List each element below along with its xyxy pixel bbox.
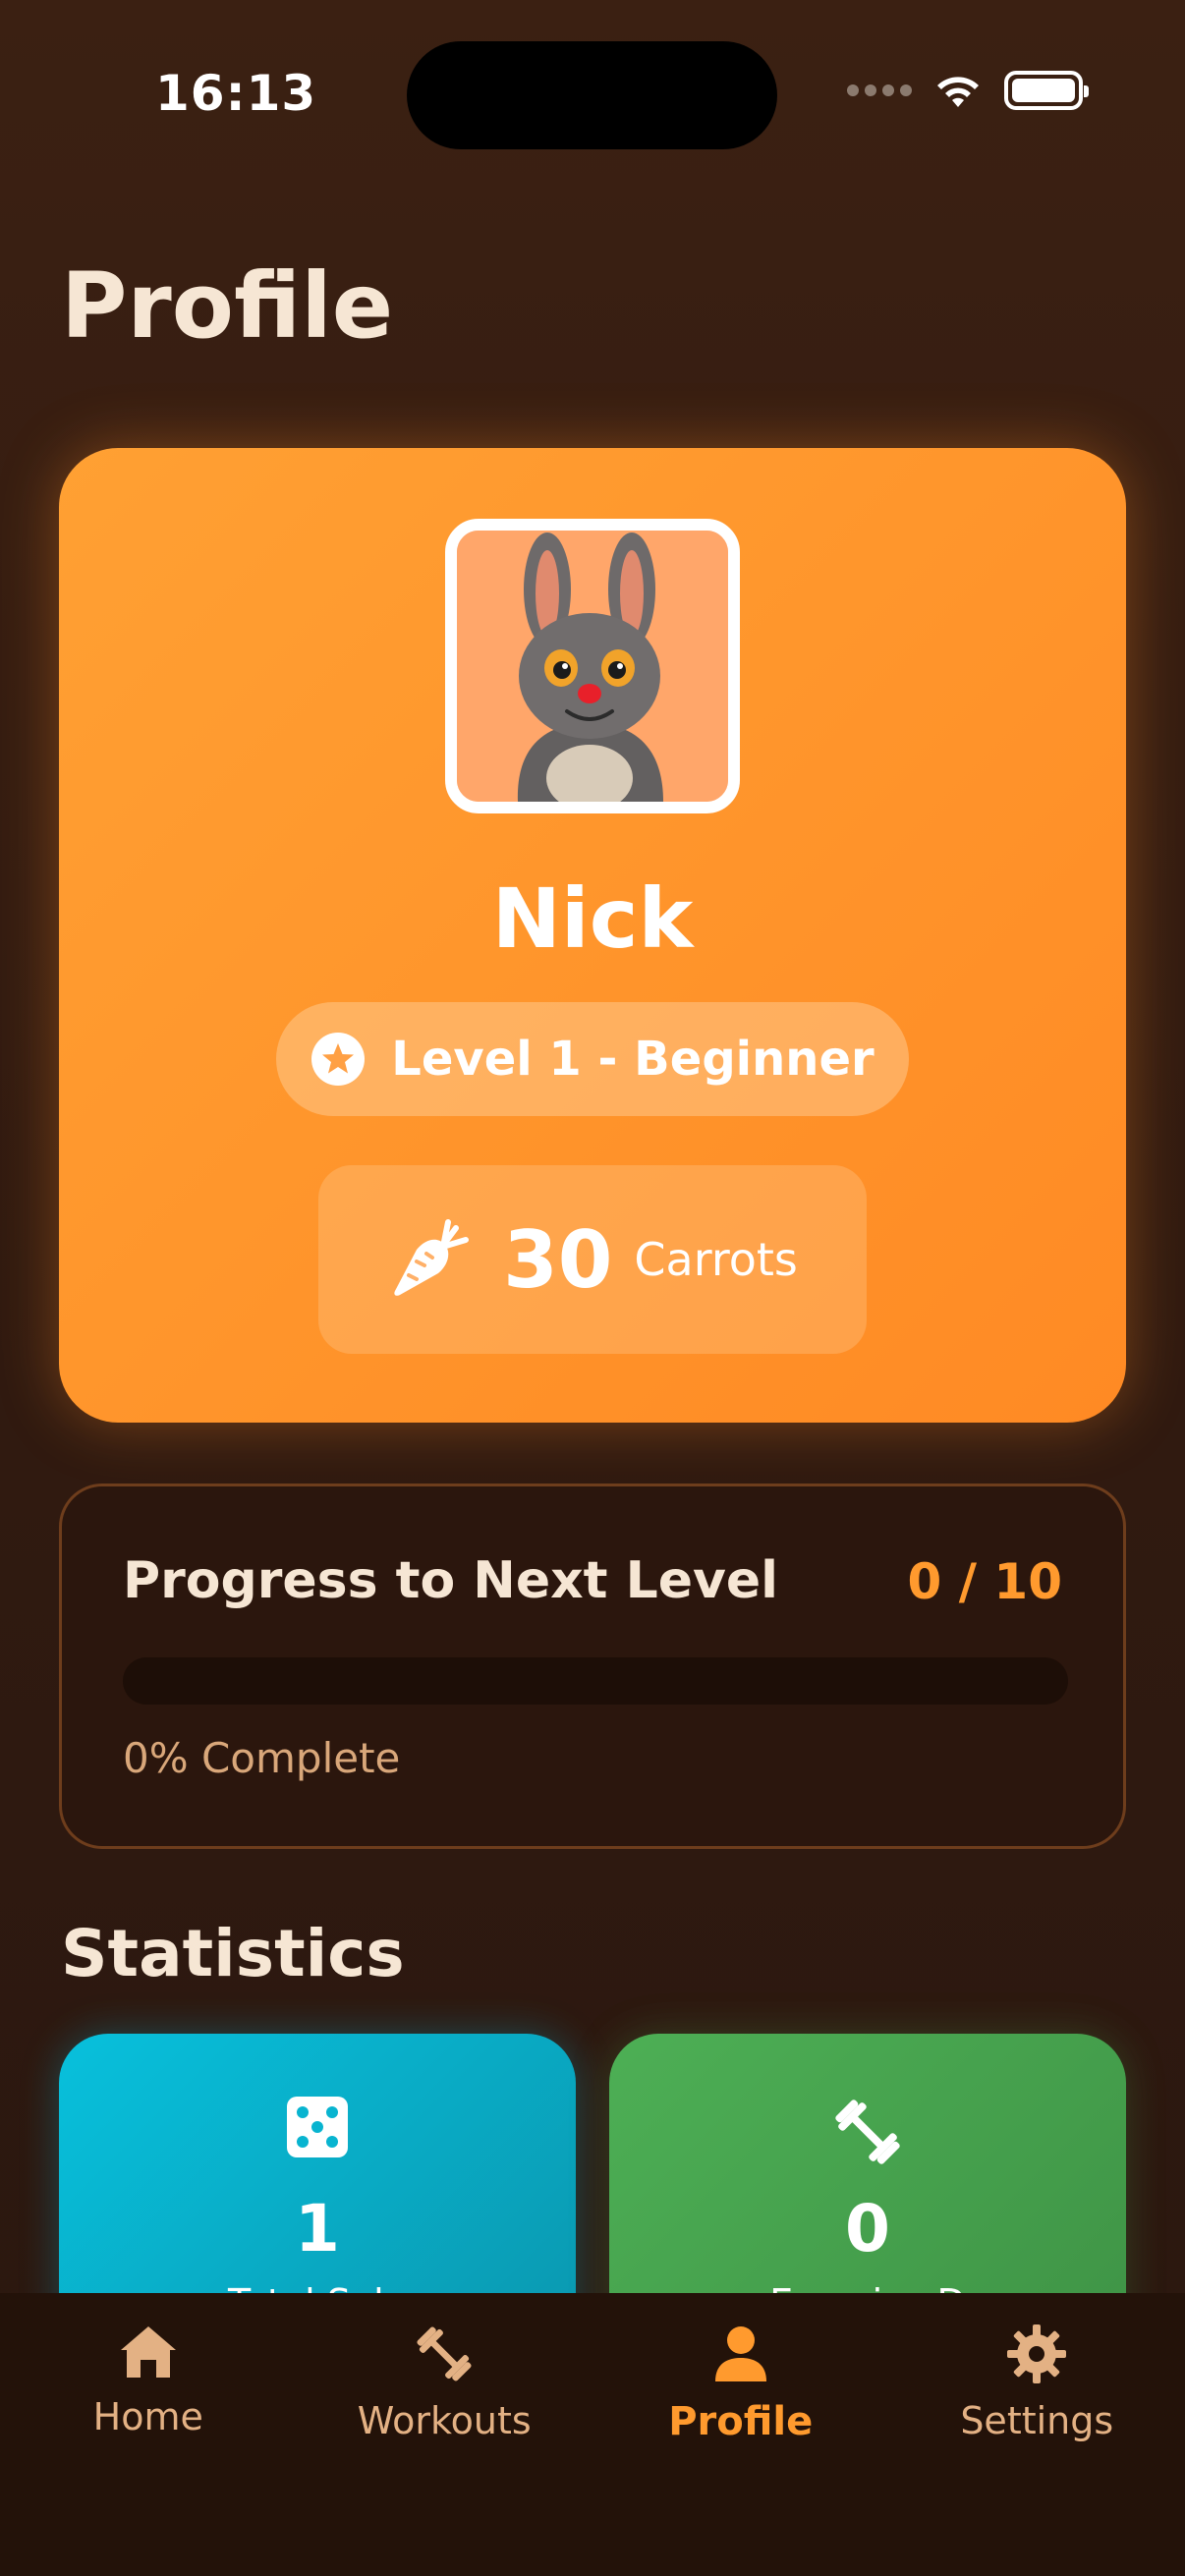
- gear-icon: [1007, 2324, 1067, 2383]
- progress-title: Progress to Next Level: [123, 1551, 778, 1610]
- tab-label: Settings: [960, 2399, 1114, 2442]
- stat-value: 0: [845, 2191, 890, 2267]
- avatar[interactable]: [445, 519, 740, 813]
- star-badge-icon: [311, 1033, 366, 1086]
- tab-label: Workouts: [357, 2399, 532, 2442]
- tab-settings[interactable]: Settings: [889, 2293, 1185, 2490]
- carrots-counter: 30 Carrots: [318, 1165, 867, 1354]
- person-icon: [714, 2326, 766, 2381]
- status-time: 16:13: [155, 65, 317, 122]
- tab-bar: Home Workouts Profile Settings: [0, 2293, 1185, 2576]
- status-icons: [847, 71, 1089, 110]
- level-progress-card: Progress to Next Level 0 / 10 0% Complet…: [59, 1484, 1126, 1849]
- progress-bar: [123, 1657, 1068, 1705]
- cellular-signal-icon: [847, 84, 912, 96]
- tab-home[interactable]: Home: [0, 2293, 297, 2490]
- carrots-label: Carrots: [634, 1233, 798, 1286]
- tab-label: Profile: [668, 2399, 814, 2444]
- tab-label: Home: [92, 2395, 203, 2438]
- statistics-title: Statistics: [61, 1916, 405, 1991]
- profile-name: Nick: [491, 870, 694, 967]
- progress-percent: 0% Complete: [123, 1734, 401, 1782]
- home-icon: [120, 2326, 176, 2378]
- tab-profile[interactable]: Profile: [592, 2293, 889, 2490]
- profile-card: Nick Level 1 - Beginner 30 Carrots: [59, 448, 1126, 1423]
- carrot-icon: [394, 1219, 470, 1296]
- stat-value: 1: [295, 2191, 340, 2267]
- progress-count: 0 / 10: [907, 1553, 1062, 1610]
- dumbbell-icon: [417, 2326, 472, 2381]
- page-title: Profile: [61, 253, 394, 359]
- dumbbell-icon: [835, 2100, 900, 2164]
- bunny-avatar-icon: [457, 531, 728, 802]
- profile-screen: 16:13 Profile Nick Level 1 - Beginner 30…: [0, 0, 1185, 2576]
- wifi-icon: [937, 77, 979, 107]
- battery-icon: [1004, 71, 1089, 110]
- dynamic-island: [407, 41, 777, 149]
- level-badge: Level 1 - Beginner: [276, 1002, 909, 1116]
- level-label: Level 1 - Beginner: [391, 1032, 875, 1087]
- tab-workouts[interactable]: Workouts: [297, 2293, 593, 2490]
- carrots-count: 30: [503, 1213, 613, 1306]
- dice-icon: [287, 2097, 348, 2157]
